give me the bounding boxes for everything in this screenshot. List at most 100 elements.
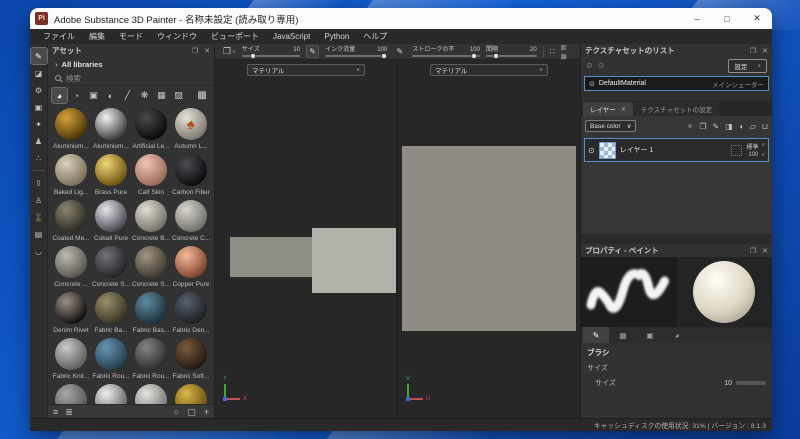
particle-tool-button[interactable]: ∴ [31,150,47,166]
layer-visibility-eye-icon[interactable]: ⊙ [588,146,595,155]
filter-smart-materials[interactable]: ◔ [69,88,84,103]
opacity-dropdown[interactable]: 100 ∨ [748,152,765,158]
filter-materials[interactable]: ◕ [51,87,68,104]
polygon-fill-tool-button[interactable]: ▣ [31,99,47,115]
material-thumbnail[interactable] [52,384,90,404]
size-param-slider[interactable] [736,381,766,385]
menu-item[interactable]: Python [317,32,356,41]
material-thumbnail[interactable]: Coated Me... [52,200,90,246]
shading-mode-dropdown[interactable]: マテリアル ∨ [247,64,365,76]
layer-mask-slot[interactable] [731,144,743,156]
material-thumbnail[interactable]: Denim Rivet [52,292,90,338]
menu-item[interactable]: ファイル [36,31,82,42]
details-view-icon[interactable]: ≣ [65,407,73,418]
texture-set-row[interactable]: ⊙ DefaultMaterial メインシェーダー [584,76,769,91]
menu-item[interactable]: ヘルプ [356,31,394,42]
close-panel-icon[interactable]: ✕ [204,47,210,55]
slider-knob[interactable] [470,52,477,59]
brush-tip-button[interactable]: ✎ [305,45,320,58]
filter-particles[interactable]: ❋ [137,88,152,103]
import-resources-icon[interactable]: + [204,407,209,418]
menu-item[interactable]: 編集 [82,31,112,42]
add-mask-icon[interactable]: ❐ [699,122,706,131]
layer-row[interactable]: ⊙ レイヤー 1 標準 ∨ 100 ∨ [584,138,769,162]
material-thumbnail[interactable]: Autumn L... [172,108,210,154]
display-settings-button[interactable]: ◡ [31,243,47,259]
add-paint-layer-icon[interactable]: ✎ [712,122,719,131]
material-thumbnail[interactable] [132,384,170,404]
layer-thumbnail[interactable] [598,141,616,159]
viewport-2d[interactable]: マテリアル ∨ V U [398,60,580,418]
close-panel-icon[interactable]: ✕ [762,247,768,255]
close-tab-icon[interactable]: ✕ [621,106,626,113]
solo-view-icon[interactable]: ⊙ [598,61,605,70]
list-view-icon[interactable]: ≡ [53,407,58,418]
material-thumbnail[interactable]: Calf Skin [132,154,170,200]
material-thumbnail[interactable]: Concrete S... [92,246,130,292]
smudge-tool-button[interactable]: ✦ [31,116,47,132]
material-thumbnail[interactable]: Fabric Den... [172,292,210,338]
menu-item[interactable]: JavaScript [266,32,317,41]
material-thumbnail[interactable]: Copper Pure [172,246,210,292]
filter-brushes[interactable]: ╱ [120,88,135,103]
slider-knob[interactable] [381,52,388,59]
material-thumbnail[interactable]: Concrete S... [132,246,170,292]
menu-item[interactable]: ウィンドウ [150,31,204,42]
material-thumbnail[interactable]: Artificial Le... [132,108,170,154]
close-panel-icon[interactable]: ✕ [762,47,768,55]
visibility-eye-icon[interactable]: ⊙ [589,80,595,88]
material-thumbnail[interactable]: Brass Pure [92,154,130,200]
clone-tool-button[interactable]: ♟ [31,133,47,149]
filter-patterns[interactable]: ▦ [154,88,169,103]
material-thumbnail[interactable] [172,384,210,404]
delete-layer-icon[interactable]: ⊔ [762,122,768,131]
material-thumbnail[interactable]: Concrete B... [132,200,170,246]
menu-item[interactable]: モード [112,31,150,42]
add-group-icon[interactable]: ▱ [750,122,756,131]
add-fill-layer-icon[interactable]: ◨ [725,122,733,131]
material-thumbnail[interactable]: Aluminium... [92,108,130,154]
material-thumbnail[interactable]: Concrete C... [172,200,210,246]
material-thumbnail[interactable]: Fabric Soft... [172,338,210,384]
filter-environments[interactable]: ▨ [171,88,186,103]
tab-layers[interactable]: レイヤー ✕ [583,102,633,116]
scatter-icon[interactable]: ∷ [550,47,555,56]
refresh-icon[interactable]: ○ [174,407,179,418]
material-thumbnail[interactable]: Fabric Ba... [92,292,130,338]
tab-particles[interactable]: ▦ [610,327,636,343]
tab-material[interactable]: ◕ [664,327,690,343]
spacing-slider[interactable] [485,52,537,59]
channel-dropdown[interactable]: Base color ∨ [585,120,637,132]
float-panel-icon[interactable]: ❐ [750,247,756,255]
projection-tool-button[interactable]: ⚙ [31,82,47,98]
maximize-button[interactable]: □ [712,8,742,29]
shading-mode-dropdown-2d[interactable]: マテリアル ∨ [430,64,548,76]
float-panel-icon[interactable]: ❐ [750,47,756,55]
float-panel-icon[interactable]: ❐ [192,47,198,55]
brush-preset-button[interactable]: ❐ ∨ [223,46,236,57]
material-thumbnail[interactable]: Baked Lig... [52,154,90,200]
stroke-opacity-slider[interactable] [412,52,480,59]
tab-brush[interactable]: ✎ [583,327,609,343]
material-thumbnail[interactable]: Carbon Fiber [172,154,210,200]
brush-tip-button-2[interactable]: ✎ [393,45,406,58]
add-smart-material-icon[interactable]: ◖ [739,122,744,131]
paint-tool-button[interactable]: ✎ [30,47,48,65]
filter-alphas[interactable]: ▣ [86,88,101,103]
material-thumbnail[interactable]: Fabric Rou... [92,338,130,384]
flow-slider[interactable] [325,52,388,59]
bake-tool-button[interactable]: ▤ [31,226,47,242]
slider-knob[interactable] [493,52,500,59]
material-thumbnail[interactable]: Aluminium... [52,108,90,154]
material-thumbnail[interactable]: Concrete ... [52,246,90,292]
slider-knob[interactable] [249,52,256,59]
hide-all-icon[interactable]: ⊘ [586,61,593,70]
filter-textures[interactable]: ◐ [103,88,118,103]
new-shelf-icon[interactable]: ▢ [187,407,196,418]
tab-stencil[interactable]: ▣ [637,327,663,343]
search-input[interactable] [66,73,166,83]
material-thumbnail[interactable]: Fabric Bas... [132,292,170,338]
material-thumbnail[interactable]: Fabric Rou... [132,338,170,384]
blend-mode-dropdown[interactable]: 標準 ∨ [746,142,765,151]
export-tool-button[interactable]: ⇪ [31,175,47,191]
